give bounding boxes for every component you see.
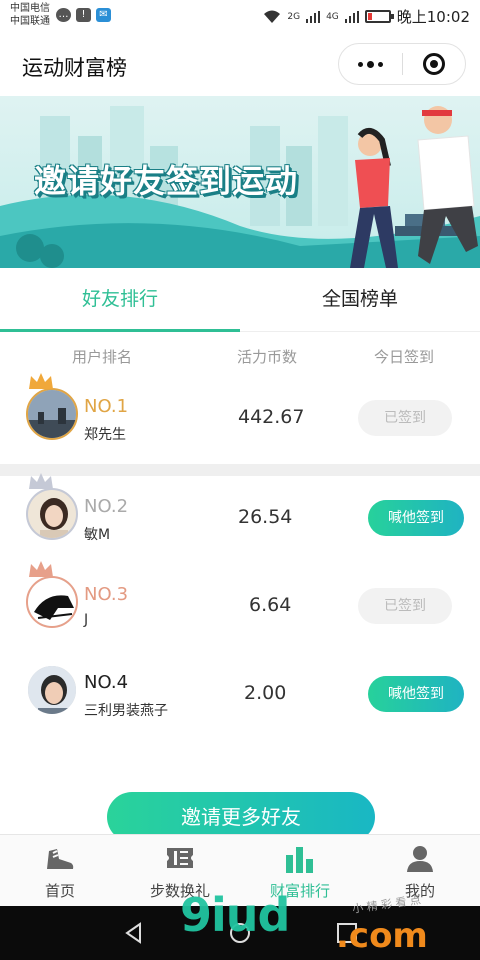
avatar: [26, 664, 78, 716]
ranking-tabs: 好友排行 全国榜单: [0, 268, 480, 332]
coin-count: 6.64: [249, 594, 292, 616]
shoe-icon: [47, 849, 74, 869]
carrier-1: 中国电信: [10, 3, 50, 14]
avatar-wrap: [26, 373, 78, 440]
user-name: 敏M: [84, 527, 111, 543]
coin-count: 442.67: [238, 406, 305, 428]
ticket-icon: [167, 848, 193, 868]
avatar-wrap: [26, 473, 78, 540]
status-bar: 中国电信 中国联通 … ! ✉ 2G 4G 晚上10:02: [0, 0, 480, 34]
avatar: [26, 388, 78, 440]
back-icon[interactable]: [122, 921, 146, 945]
avatar: [26, 488, 78, 540]
remind-checkin-button[interactable]: 喊他签到: [368, 500, 464, 536]
avatar: [26, 576, 78, 628]
message-icon: …: [56, 8, 71, 22]
remind-checkin-button[interactable]: 喊他签到: [368, 676, 464, 712]
watermark-logo: 9iud: [180, 888, 290, 942]
title-bar: 运动财富榜: [0, 34, 480, 96]
crown-icon: [29, 473, 53, 489]
tab-friends-ranking[interactable]: 好友排行: [0, 268, 240, 332]
app-notification-icon: ✉: [96, 8, 111, 22]
alert-icon: !: [76, 8, 91, 22]
watermark-suffix: .com: [336, 916, 428, 956]
rank-label: NO.3: [84, 584, 129, 605]
coin-count: 2.00: [244, 682, 287, 704]
battery-level: [367, 13, 372, 20]
signal-4g-label: 4G: [326, 11, 339, 22]
wifi-icon: [264, 10, 281, 23]
user-name: 郑先生: [84, 427, 126, 443]
crown-icon: [29, 561, 53, 577]
table-row: NO.4 三利男装燕子 2.00 喊他签到: [0, 652, 480, 740]
table-row: NO.2 敏M 26.54 喊他签到: [0, 473, 480, 564]
rank-label: NO.4: [84, 672, 129, 693]
coin-count: 26.54: [238, 506, 293, 528]
dot-icon: [367, 60, 374, 68]
invite-banner[interactable]: 邀请好友签到运动: [0, 96, 480, 268]
column-header-coins: 活力币数: [237, 348, 298, 366]
nav-label: 首页: [44, 882, 75, 900]
crown-icon: [29, 373, 53, 389]
signal-bars-icon: [306, 10, 321, 23]
section-divider: [0, 464, 480, 476]
dot-icon: [378, 61, 383, 67]
table-row: NO.3 J 6.64 已签到: [0, 561, 480, 652]
notification-icons: … ! ✉: [56, 8, 111, 22]
user-name: J: [84, 612, 89, 628]
dot-icon: [358, 61, 363, 67]
user-name: 三利男装燕子: [84, 703, 168, 719]
signal-bars-icon: [344, 10, 359, 23]
carrier-2: 中国联通: [10, 16, 50, 27]
carrier-info: 中国电信 中国联通: [10, 2, 50, 28]
clock: 晚上10:02: [396, 8, 470, 26]
banner-title: 邀请好友签到运动: [34, 162, 299, 200]
tab-national-ranking[interactable]: 全国榜单: [240, 268, 480, 331]
avatar-wrap: [26, 561, 78, 628]
signal-2g-label: 2G: [287, 11, 301, 22]
status-right: 2G 4G 晚上10:02: [263, 6, 470, 27]
column-header-user-rank: 用户排名: [72, 348, 133, 366]
miniprogram-capsule: [338, 43, 466, 85]
page-title: 运动财富榜: [22, 56, 127, 80]
column-header-checkin: 今日签到: [374, 348, 435, 366]
avatar-wrap: [26, 664, 78, 716]
signed-in-badge: 已签到: [358, 400, 452, 436]
rank-label: NO.2: [84, 496, 129, 517]
nav-home[interactable]: 首页: [0, 835, 120, 906]
close-miniprogram-button[interactable]: [403, 44, 465, 84]
bar-chart-icon: [286, 847, 313, 873]
battery-icon: [364, 10, 394, 23]
user-icon: [407, 846, 433, 872]
table-row: NO.1 郑先生 442.67 已签到: [0, 373, 480, 464]
target-icon: [422, 53, 445, 75]
more-button[interactable]: [339, 44, 402, 84]
rank-label: NO.1: [84, 396, 129, 417]
signed-in-badge: 已签到: [358, 588, 452, 624]
